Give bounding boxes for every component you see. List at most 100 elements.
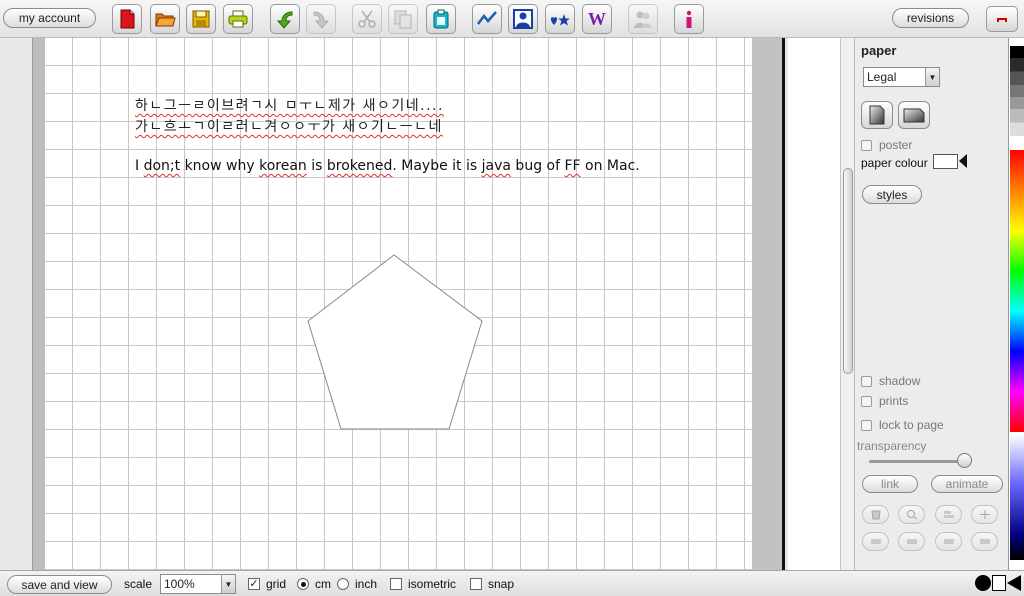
paste-button[interactable]: [426, 4, 456, 34]
undo-icon: [276, 11, 293, 29]
cut-icon: [358, 10, 376, 28]
grid-checkbox[interactable]: ✓: [248, 578, 260, 590]
left-gutter: [0, 38, 33, 570]
redo-button[interactable]: [306, 4, 336, 34]
grid-label: grid: [266, 577, 287, 591]
contact-icon: [513, 9, 533, 29]
vertical-scrollbar[interactable]: [840, 38, 854, 570]
redo-icon: [313, 11, 330, 29]
align-icon: [943, 511, 954, 518]
landscape-orientation-button[interactable]: [898, 101, 930, 129]
styles-button[interactable]: styles: [862, 185, 922, 204]
layer-backward-button[interactable]: [898, 532, 925, 551]
people-button[interactable]: [628, 4, 658, 34]
info-button[interactable]: [674, 4, 704, 34]
my-account-button[interactable]: my account: [3, 8, 96, 28]
right-page-margin: [752, 38, 785, 570]
prints-checkbox[interactable]: prints: [861, 394, 908, 408]
chart-button[interactable]: [472, 4, 502, 34]
open-button[interactable]: [150, 4, 180, 34]
shadow-label: shadow: [879, 374, 921, 388]
people-icon: [634, 11, 652, 28]
transparency-slider-track[interactable]: [869, 460, 965, 463]
checkbox-box: [861, 375, 872, 387]
poster-label: poster: [879, 138, 913, 152]
cut-button[interactable]: [352, 4, 382, 34]
delete-object-button[interactable]: [862, 505, 889, 524]
cm-label: cm: [315, 577, 331, 591]
move-icon: [979, 510, 990, 519]
print-icon: [228, 10, 248, 28]
layer-forward-button[interactable]: [935, 532, 962, 551]
zoom-object-button[interactable]: [898, 505, 925, 524]
chevron-down-icon: ▼: [925, 68, 939, 86]
bottom-toolbar: save and view scale 100% ▼ ✓ grid cm inc…: [0, 570, 1024, 596]
transparency-slider-knob[interactable]: [957, 453, 972, 468]
grayscale-swatches[interactable]: [1010, 46, 1024, 148]
shade-spectrum[interactable]: [1010, 434, 1024, 560]
portrait-orientation-button[interactable]: [861, 101, 893, 129]
layer-backward-icon: [906, 539, 917, 544]
contact-button[interactable]: [508, 4, 538, 34]
print-button[interactable]: [223, 4, 253, 34]
align-object-button[interactable]: [935, 505, 962, 524]
left-page-margin: [33, 38, 45, 570]
trash-icon: [870, 510, 881, 520]
chart-icon: [477, 11, 497, 25]
transparency-label: transparency: [857, 439, 927, 453]
isometric-checkbox[interactable]: [390, 578, 402, 590]
wiki-button[interactable]: W: [582, 4, 612, 34]
fill-colour-dot[interactable]: [975, 575, 991, 591]
open-folder-icon: [155, 13, 176, 27]
canvas-offpage-area: [788, 38, 840, 570]
paper-colour-label: paper colour: [861, 156, 928, 170]
undo-button[interactable]: [270, 4, 300, 34]
prints-label: prints: [879, 394, 909, 408]
paper-canvas[interactable]: 하ㄴ그ㅡㄹ이브려ㄱ시 ㅁㅜㄴ제가 새ㅇ기네.... 가ㄴ흐ㅗㄱ이ㄹ러ㄴ겨ㅇㅇㅜ가…: [45, 38, 752, 570]
paper-size-select[interactable]: Legal ▼: [863, 67, 940, 87]
background-colour-swatch[interactable]: [992, 575, 1006, 591]
scale-select[interactable]: 100% ▼: [160, 574, 236, 594]
hue-spectrum[interactable]: [1010, 150, 1024, 432]
copy-icon: [394, 10, 412, 29]
lock-to-page-checkbox[interactable]: lock to page: [861, 418, 944, 432]
copy-button[interactable]: [388, 4, 418, 34]
checkbox-box: [861, 419, 872, 431]
cm-radio[interactable]: [297, 578, 309, 590]
link-button[interactable]: link: [862, 475, 918, 493]
checkbox-box: [861, 139, 872, 151]
magnify-icon: [906, 510, 917, 520]
save-and-view-button[interactable]: save and view: [7, 575, 112, 594]
paper-size-value: Legal: [867, 70, 897, 84]
move-object-button[interactable]: [971, 505, 998, 524]
scrollbar-thumb[interactable]: [843, 168, 853, 374]
layer-back-button[interactable]: [862, 532, 889, 551]
chevron-down-icon: ▼: [221, 575, 235, 593]
new-document-button[interactable]: [112, 4, 142, 34]
symbols-button[interactable]: [545, 4, 575, 34]
colour-palette[interactable]: [1008, 38, 1024, 570]
revisions-button[interactable]: revisions: [892, 8, 969, 28]
isometric-label: isometric: [408, 577, 457, 591]
svg-text:W: W: [588, 9, 606, 29]
top-toolbar: my account W revisions: [0, 0, 1024, 38]
layer-front-button[interactable]: [971, 532, 998, 551]
colour-picker-arrow-icon[interactable]: [959, 154, 967, 168]
paper-colour-swatch[interactable]: [933, 154, 958, 169]
snap-label: snap: [488, 577, 515, 591]
layer-front-icon: [979, 539, 990, 544]
line-colour-arrow-icon[interactable]: [1007, 575, 1021, 591]
minimize-button[interactable]: [986, 6, 1018, 32]
save-button[interactable]: [186, 4, 216, 34]
properties-panel: paper Legal ▼ poster paper colour styles…: [854, 38, 1008, 570]
animate-button[interactable]: animate: [931, 475, 1003, 493]
snap-checkbox[interactable]: [470, 578, 482, 590]
checkbox-box: [861, 395, 872, 407]
landscape-page-icon: [903, 108, 925, 123]
scale-label: scale: [124, 577, 153, 591]
shadow-checkbox[interactable]: shadow: [861, 374, 920, 388]
poster-checkbox[interactable]: poster: [861, 138, 912, 152]
inch-radio[interactable]: [337, 578, 349, 590]
new-document-icon: [120, 9, 135, 29]
pentagon-shape[interactable]: [45, 38, 752, 570]
